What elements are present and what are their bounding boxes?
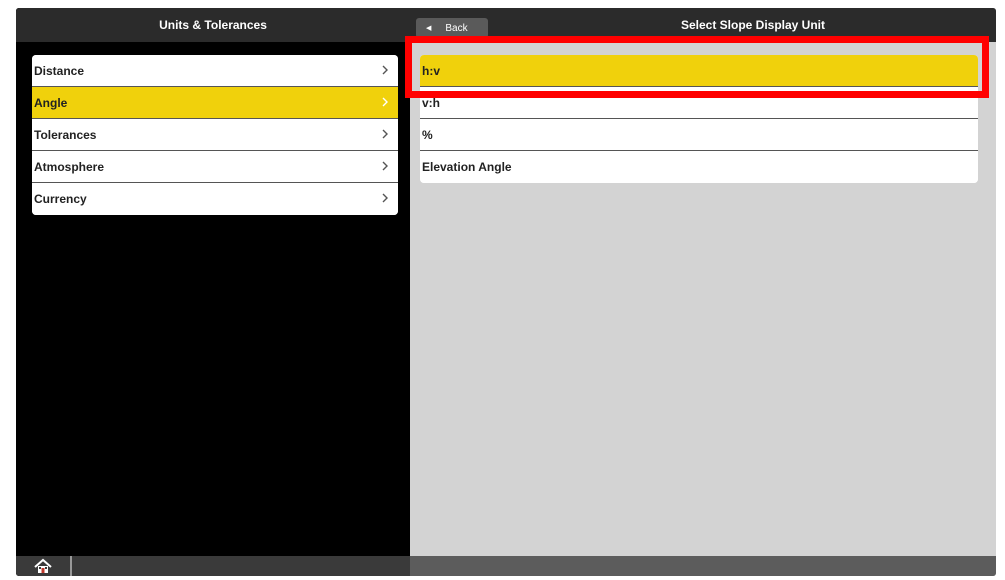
- option-elevation-angle[interactable]: Elevation Angle: [420, 151, 978, 183]
- right-title: Select Slope Display Unit: [680, 18, 826, 32]
- chevron-right-icon: [382, 65, 388, 75]
- right-header: Select Slope Display Unit ◀ Back: [410, 8, 996, 42]
- slope-unit-list: h:v v:h % Elevation Angle: [420, 55, 978, 183]
- menu-item-angle[interactable]: Angle: [32, 87, 398, 119]
- chevron-right-icon: [382, 97, 388, 107]
- menu-item-label: Currency: [34, 192, 87, 206]
- option-percent[interactable]: %: [420, 119, 978, 151]
- menu-item-atmosphere[interactable]: Atmosphere: [32, 151, 398, 183]
- option-label: h:v: [422, 63, 440, 78]
- option-label: Elevation Angle: [422, 160, 512, 174]
- right-pane: Select Slope Display Unit ◀ Back h:v v:h…: [410, 8, 996, 576]
- option-v-h[interactable]: v:h: [420, 87, 978, 119]
- back-button[interactable]: ◀ Back: [416, 18, 488, 38]
- right-title-wrap: Select Slope Display Unit: [410, 8, 996, 42]
- menu-item-label: Distance: [34, 63, 85, 78]
- menu-item-distance[interactable]: Distance: [32, 55, 398, 87]
- back-label: Back: [445, 22, 468, 34]
- back-arrow-icon: ◀: [426, 25, 432, 32]
- chevron-right-icon: [382, 129, 388, 139]
- home-button[interactable]: [16, 556, 72, 576]
- menu-item-tolerances[interactable]: Tolerances: [32, 119, 398, 151]
- left-header: Units & Tolerances: [16, 8, 410, 42]
- option-label: %: [422, 127, 433, 142]
- option-label: v:h: [422, 95, 440, 110]
- chevron-right-icon: [382, 161, 388, 171]
- menu-item-label: Angle: [34, 95, 68, 110]
- left-pane: Units & Tolerances Distance Angle Tolera…: [16, 8, 410, 576]
- left-title: Units & Tolerances: [159, 18, 267, 32]
- home-icon: [34, 558, 52, 573]
- units-menu-list: Distance Angle Tolerances Atmosphere Cur…: [32, 55, 398, 215]
- chevron-right-icon: [382, 193, 388, 203]
- menu-item-currency[interactable]: Currency: [32, 183, 398, 215]
- left-footer-bar: [16, 556, 410, 576]
- right-footer-bar: [410, 556, 996, 576]
- app-screen: Units & Tolerances Distance Angle Tolera…: [16, 8, 996, 576]
- option-h-v[interactable]: h:v: [420, 55, 978, 87]
- menu-item-label: Atmosphere: [34, 159, 105, 174]
- menu-item-label: Tolerances: [34, 127, 97, 142]
